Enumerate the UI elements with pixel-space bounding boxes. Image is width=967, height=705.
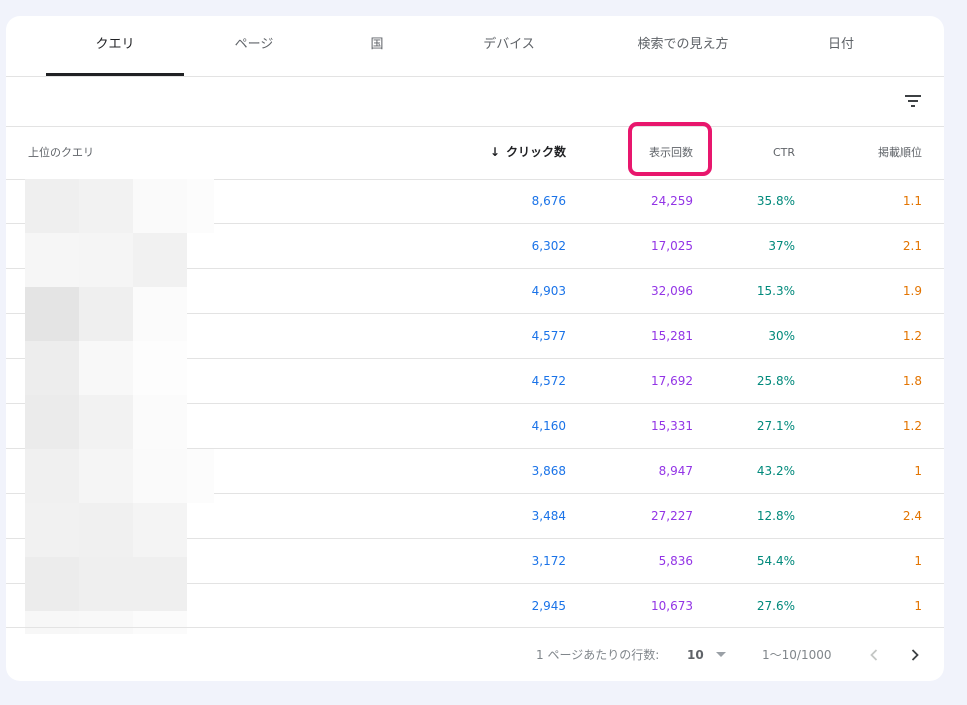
table-row[interactable]: 3,484 27,227 12.8% 2.4 (6, 494, 944, 539)
position-cell: 1 (914, 599, 922, 613)
table-row[interactable]: 3,868 8,947 43.2% 1 (6, 449, 944, 494)
column-header-position[interactable]: 掲載順位 (806, 126, 922, 179)
table-header: 上位のクエリ ↓ クリック数 表示回数 CTR 掲載順位 (6, 126, 944, 180)
active-tab-indicator (46, 73, 184, 76)
table-row[interactable]: 3,172 5,836 54.4% 1 (6, 539, 944, 584)
table-body: 8,676 24,259 35.8% 1.1 6,302 17,025 37% … (6, 179, 944, 626)
position-cell: 2.1 (902, 239, 922, 253)
rows-per-page-label: 1 ページあたりの行数: (536, 648, 660, 662)
ctr-cell: 12.8% (756, 509, 795, 523)
position-cell: 1 (914, 554, 922, 568)
table-row[interactable]: 4,160 15,331 27.1% 1.2 (6, 404, 944, 449)
ctr-cell: 30% (768, 329, 795, 343)
table-row[interactable]: 6,302 17,025 37% 2.1 (6, 224, 944, 269)
tab-pages[interactable]: ページ (184, 16, 324, 76)
ctr-cell: 27.6% (756, 599, 795, 613)
rows-per-page-select[interactable]: 10 (687, 628, 704, 681)
filter-icon[interactable] (903, 91, 923, 111)
ctr-cell: 43.2% (756, 464, 795, 478)
tab-dates[interactable]: 日付 (778, 16, 904, 76)
ctr-cell: 25.8% (756, 374, 795, 388)
table-row[interactable]: 4,903 32,096 15.3% 1.9 (6, 269, 944, 314)
arrow-down-icon: ↓ (489, 145, 500, 159)
table-row[interactable]: 8,676 24,259 35.8% 1.1 (6, 179, 944, 224)
chevron-left-icon[interactable] (864, 645, 884, 665)
position-cell: 1 (914, 464, 922, 478)
chevron-right-icon[interactable] (905, 645, 925, 665)
ctr-cell: 54.4% (756, 554, 795, 568)
dimension-tabs: クエリ ページ 国 デバイス 検索での見え方 日付 (6, 16, 944, 77)
tab-search-appearance[interactable]: 検索での見え方 (588, 16, 778, 76)
performance-card: クエリ ページ 国 デバイス 検索での見え方 日付 上位のクエリ ↓ クリック数 … (6, 16, 944, 681)
pagination-footer: 1 ページあたりの行数: 10 1〜10/1000 (6, 627, 944, 681)
table-row[interactable]: 4,577 15,281 30% 1.2 (6, 314, 944, 359)
position-cell: 1.1 (902, 194, 922, 208)
ctr-cell: 35.8% (756, 194, 795, 208)
tab-queries[interactable]: クエリ (46, 16, 184, 76)
table-row[interactable]: 2,945 10,673 27.6% 1 (6, 584, 944, 626)
position-cell: 1.8 (902, 374, 922, 388)
position-cell: 1.2 (902, 329, 922, 343)
tab-devices[interactable]: デバイス (430, 16, 588, 76)
filter-toolbar (6, 77, 944, 127)
ctr-cell: 27.1% (756, 419, 795, 433)
column-header-ctr[interactable]: CTR (666, 126, 795, 179)
position-cell: 1.9 (902, 284, 922, 298)
table-row[interactable]: 4,572 17,692 25.8% 1.8 (6, 359, 944, 404)
ctr-cell: 15.3% (756, 284, 795, 298)
page-range: 1〜10/1000 (762, 648, 832, 662)
caret-down-icon[interactable] (716, 652, 726, 657)
position-cell: 1.2 (902, 419, 922, 433)
column-header-query[interactable]: 上位のクエリ (28, 126, 94, 179)
position-cell: 2.4 (902, 509, 922, 523)
tab-countries[interactable]: 国 (324, 16, 430, 76)
ctr-cell: 37% (768, 239, 795, 253)
